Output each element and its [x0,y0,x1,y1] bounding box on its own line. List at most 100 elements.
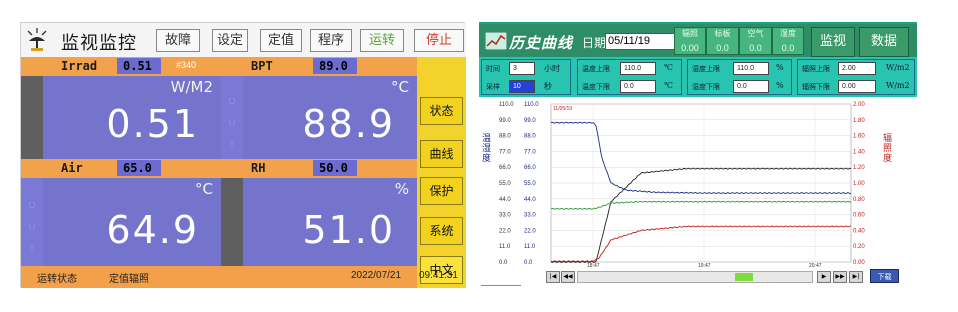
left-tick-label: 11.0 [524,244,536,250]
rad-upper-unit: W/m2 [886,63,910,72]
air-value-box: OUT °C 64.9 [21,178,221,266]
left-tick-label: 22.0 [524,228,536,234]
air-readout: 空气 0.0 [739,27,772,55]
curve-button[interactable]: 曲线 [420,140,463,168]
air-out-label: OUT [28,200,36,254]
next-icon[interactable]: ▶ [817,271,831,283]
bpt-header: BPT 89.0 [221,57,417,76]
temp-lower-input[interactable]: 0.0 [620,80,656,93]
chart-ylabel-left: 温湿度 [482,133,491,164]
system-button[interactable]: 系统 [420,217,463,245]
prev-page-icon[interactable]: ◀◀ [561,271,575,283]
air-setpoint[interactable]: 65.0 [117,160,161,176]
sample-label: 采样 [486,83,500,91]
axis-title-char: 湿 [482,143,491,154]
left-tick-label-outer: 77.0 [499,149,511,155]
rh-setpoint[interactable]: 50.0 [313,160,357,176]
rad-limits-box: 辐照上限 2.00 W/m2 辐照下限 0.00 W/m2 [797,59,915,95]
left-tick-label-outer: 0.0 [499,260,508,266]
hum-lower-unit: % [776,81,784,90]
irrad-tag: #340 [176,60,197,70]
air-readout-label: 空气 [747,29,764,38]
history-chart: 110.0 110.0 99.0 99.0 88.0 88.0 77.0 77.0 66.0 66… [482,102,892,268]
axis-title-char: 辐 [883,132,892,144]
time-label: 时间 [486,65,500,73]
temp-lower-unit: ℃ [664,81,673,90]
line-chart-icon [485,32,507,50]
settings-button[interactable]: 设定 [212,29,248,52]
date-label: 日期 [582,36,607,50]
right-tick-label: 1.60 [853,134,865,140]
stop-button[interactable]: 停止 [414,29,464,52]
right-tick-label: 1.40 [853,149,865,155]
temp-upper-unit: ℃ [664,63,673,72]
monitor-button[interactable]: 监视 [811,27,855,57]
left-tick-label: 99.0 [524,118,536,124]
right-tick-label: 1.20 [853,165,865,171]
run-button[interactable]: 运转 [360,29,404,52]
bpt-value-box: OUT °C 88.9 [221,76,417,159]
setpoint-button[interactable]: 定值 [260,29,302,52]
hum-lower-label: 湿度下限 [692,83,720,91]
rad-upper-input[interactable]: 2.00 [838,62,876,75]
bpt-label: BPT [251,59,273,73]
fault-button[interactable]: 故障 [156,29,200,52]
first-page-icon[interactable]: |◀ [546,271,560,283]
bpt-value: 88.9 [302,102,395,146]
rad-lower-input[interactable]: 0.00 [838,80,876,93]
hum-upper-input[interactable]: 110.0 [733,62,769,75]
sample-input[interactable]: 10 [509,80,535,93]
humidity-readout: 湿度 0.0 [772,27,804,55]
right-tick-label: 0.60 [853,213,865,219]
history-title: 历史曲线 [509,34,574,52]
bpt-setpoint[interactable]: 89.0 [313,58,357,74]
left-tick-label: 44.0 [524,197,536,203]
irrad-setpoint[interactable]: 0.51 [117,58,161,74]
focus-underline [481,285,521,286]
panel-readout-label: 标板 [714,29,731,38]
air-label: Air [61,161,83,175]
right-tick-label: 1.80 [853,118,865,124]
history-curve-panel: 历史曲线 日期 05/11/19 ▼ 辐照 0.00 标板 0.0 空气 0.0… [479,22,917,286]
next-page-icon[interactable]: ▶▶ [833,271,847,283]
chart-top-label: 11/05/19 [553,106,572,112]
right-tick-label: 0.20 [853,244,865,250]
history-header: 历史曲线 日期 05/11/19 ▼ 辐照 0.00 标板 0.0 空气 0.0… [479,22,917,57]
left-tick-label-outer: 66.0 [499,165,511,171]
air-header: Air 65.0 [21,159,221,178]
rad-readout-value: 0.00 [681,43,699,53]
rad-lower-unit: W/m2 [886,81,910,90]
air-unit: °C [195,180,213,198]
temp-upper-input[interactable]: 110.0 [620,62,656,75]
rh-value: 51.0 [302,208,395,252]
left-tick-label: 55.0 [524,181,536,187]
left-tick-label-outer: 22.0 [499,228,511,234]
chart-ylabel-right: 辐照度 [883,132,892,164]
curve-params: 时间 3 小时 采样 10 秒 温度上限 110.0 ℃ 温度下限 0.0 ℃ … [479,57,917,97]
last-page-icon[interactable]: ▶| [849,271,863,283]
air-out-bar: OUT [21,178,43,266]
irrad-value: 0.51 [106,102,199,146]
program-button[interactable]: 程序 [310,29,352,52]
humidity-readout-label: 湿度 [780,29,796,38]
humidity-readout-value: 0.0 [781,43,795,53]
protection-button[interactable]: 保护 [420,177,463,205]
left-tick-label: 77.0 [524,149,536,155]
hum-lower-input[interactable]: 0.0 [733,80,769,93]
status-button[interactable]: 状态 [420,97,463,125]
time-input[interactable]: 3 [509,62,535,75]
left-tick-label: 110.0 [524,102,539,108]
left-tick-label-outer: 99.0 [499,118,511,124]
download-button[interactable]: 下载 [870,269,899,283]
irrad-value-box: W/M2 0.51 [21,76,221,159]
top-menu-bar: 监视监控 故障 设定 定值 程序 运转 停止 [21,23,466,57]
axis-title-char: 度 [482,152,491,164]
axis-title-char: 温 [482,133,491,144]
irrad-out-bar [21,76,43,159]
monitor-panel: 监视监控 故障 设定 定值 程序 运转 停止 Irrad 0.51 #340 W… [20,22,466,288]
data-button[interactable]: 数据 [859,27,909,57]
scroll-thumb[interactable] [735,273,753,281]
rh-value-box: % 51.0 [221,178,417,266]
chart-scrollbar[interactable] [577,271,813,283]
temp-upper-label: 温度上限 [582,65,610,73]
